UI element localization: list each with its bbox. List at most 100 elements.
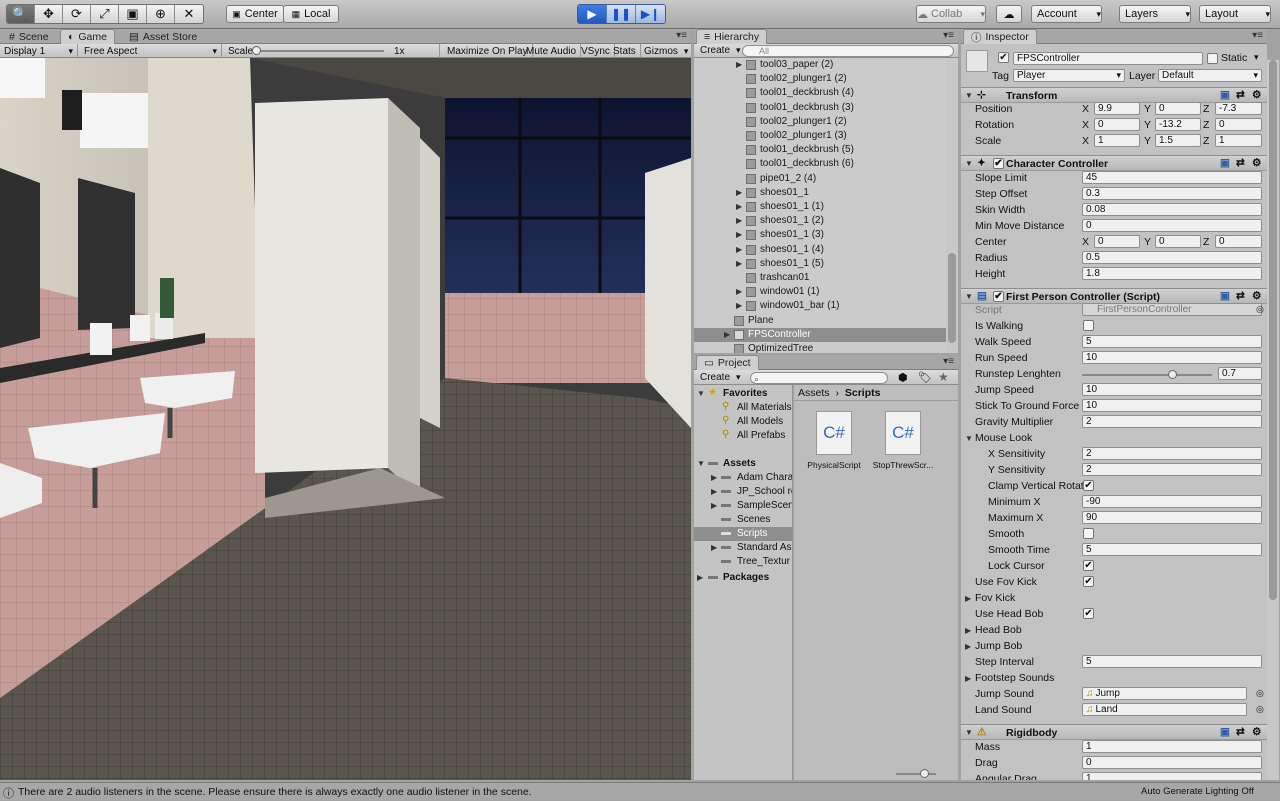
maximize-on-play-toggle[interactable]: Maximize On Play <box>443 44 533 58</box>
stats-toggle[interactable]: Stats <box>609 44 641 58</box>
mute-audio-toggle[interactable]: Mute Audio <box>522 44 582 58</box>
layout-dropdown[interactable]: Layout <box>1199 5 1271 23</box>
hierarchy-item[interactable]: tool02_plunger1 (3) <box>694 129 946 143</box>
smooth-time-field[interactable]: 5 <box>1082 543 1262 556</box>
height-field[interactable]: 1.8 <box>1082 267 1262 280</box>
hierarchy-item[interactable]: ▶ tool03_paper (2) <box>694 58 946 72</box>
rigidbody-angular-field[interactable]: 1 <box>1082 772 1262 780</box>
radius-field[interactable]: 0.5 <box>1082 251 1262 264</box>
hierarchy-scrollbar[interactable] <box>946 58 958 353</box>
project-create-dropdown[interactable]: Create <box>696 371 745 384</box>
help-icon[interactable]: ▣ <box>1220 726 1230 738</box>
walk-speed-field[interactable]: 5 <box>1082 335 1262 348</box>
land-sound-field[interactable]: ♫ Land <box>1082 703 1247 716</box>
tab-hierarchy[interactable]: ≡ Hierarchy <box>696 29 768 44</box>
scale-tool-icon[interactable]: ⤢ <box>91 5 119 23</box>
tag-dropdown[interactable]: Player <box>1013 69 1125 82</box>
center-z-field[interactable]: 0 <box>1215 235 1262 248</box>
stick-field[interactable]: 10 <box>1082 399 1262 412</box>
folder-item[interactable]: ▬ Scenes <box>694 513 792 527</box>
pause-button[interactable]: ❚❚ <box>607 5 636 23</box>
settings-gear-icon[interactable]: ⚙ <box>1252 726 1261 738</box>
transform-tool-icon[interactable]: ⊕ <box>147 5 175 23</box>
hierarchy-item[interactable]: ▶ FPSController <box>694 327 946 342</box>
hierarchy-item[interactable]: ▶ shoes01_1 (1) <box>694 200 946 214</box>
folder-item[interactable]: ▶ ▬ Adam Chara <box>694 471 792 485</box>
tab-scene[interactable]: # Scene <box>2 29 56 44</box>
runstep-slider-thumb[interactable] <box>1168 370 1177 379</box>
jump-sound-field[interactable]: ♫ Jump <box>1082 687 1247 700</box>
folder-item-selected[interactable]: ▬ Scripts <box>694 527 792 541</box>
transform-row-x-field[interactable]: 9.9 <box>1094 102 1140 115</box>
hierarchy-create-dropdown[interactable]: Create <box>696 44 745 57</box>
min-x-field[interactable]: -90 <box>1082 495 1262 508</box>
layer-dropdown[interactable]: Default <box>1158 69 1262 82</box>
icon-size-thumb[interactable] <box>920 769 929 778</box>
static-checkbox[interactable] <box>1207 53 1218 64</box>
head-bob-expand-icon[interactable]: ▶ <box>965 626 971 635</box>
transform-row-y-field[interactable]: 1.5 <box>1155 134 1201 147</box>
hierarchy-item[interactable]: trashcan01 <box>694 271 946 285</box>
gravity-field[interactable]: 2 <box>1082 415 1262 428</box>
character-controller-enabled-checkbox[interactable]: ✔ <box>993 158 1004 169</box>
footstep-expand-icon[interactable]: ▶ <box>965 674 971 683</box>
hierarchy-item[interactable]: pipe01_2 (4) <box>694 172 946 186</box>
cc-row-field[interactable]: 0.08 <box>1082 203 1262 216</box>
hierarchy-item[interactable]: ▶ window01 (1) <box>694 285 946 299</box>
folder-item[interactable]: ▶ ▬ SampleScen <box>694 499 792 513</box>
step-interval-field[interactable]: 5 <box>1082 655 1262 668</box>
use-fov-kick-checkbox[interactable]: ✔ <box>1083 576 1094 587</box>
panel-menu-icon[interactable]: ▾≡ <box>676 30 687 41</box>
object-picker-icon[interactable]: ◎ <box>1256 304 1264 315</box>
hierarchy-item[interactable]: tool01_deckbrush (5) <box>694 143 946 157</box>
tab-project[interactable]: ▭ Project <box>696 355 759 370</box>
play-button[interactable]: ▶ <box>578 5 607 23</box>
object-picker-icon[interactable]: ◎ <box>1256 688 1264 699</box>
static-dropdown-icon[interactable]: ▾ <box>1254 52 1259 63</box>
expand-arrow-icon[interactable]: ▶ <box>736 230 742 239</box>
expand-arrow-icon[interactable]: ▶ <box>736 259 742 268</box>
hierarchy-item[interactable]: ▶ shoes01_1 (3) <box>694 228 946 242</box>
hierarchy-item[interactable]: tool01_deckbrush (3) <box>694 101 946 115</box>
tab-asset-store[interactable]: ▤ Asset Store <box>122 29 204 44</box>
clamp-checkbox[interactable]: ✔ <box>1083 480 1094 491</box>
script-file[interactable]: C# StopThrewScr... <box>868 411 938 481</box>
hierarchy-item[interactable]: tool01_deckbrush (6) <box>694 157 946 171</box>
hierarchy-item[interactable]: Plane <box>694 314 946 328</box>
preset-icon[interactable]: ⇄ <box>1236 157 1245 169</box>
filter-label-icon[interactable]: 🏷 <box>918 371 932 384</box>
icon-size-slider[interactable] <box>896 769 936 778</box>
expand-arrow-icon[interactable]: ▶ <box>736 202 742 211</box>
cc-row-field[interactable]: 45 <box>1082 171 1262 184</box>
transform-row-x-field[interactable]: 1 <box>1094 134 1140 147</box>
expand-arrow-icon[interactable]: ▶ <box>736 60 742 69</box>
preset-icon[interactable]: ⇄ <box>1236 726 1245 738</box>
favorite-item[interactable]: ⚲ All Prefabs <box>694 429 792 443</box>
x-sens-field[interactable]: 2 <box>1082 447 1262 460</box>
expand-arrow-icon[interactable]: ▶ <box>736 245 742 254</box>
pivot-local-button[interactable]: ▦ Local <box>283 5 339 23</box>
favorites-header[interactable]: ▼ ★ Favorites <box>694 387 792 401</box>
use-head-bob-checkbox[interactable]: ✔ <box>1083 608 1094 619</box>
hierarchy-item[interactable]: ▶ window01_bar (1) <box>694 299 946 313</box>
favorite-item[interactable]: ⚲ All Models <box>694 415 792 429</box>
folder-item[interactable]: ▶ ▬ Standard As <box>694 541 792 555</box>
rigidbody-drag-field[interactable]: 0 <box>1082 756 1262 769</box>
folder-item[interactable]: ▬ Tree_Textur <box>694 555 792 569</box>
hierarchy-item[interactable]: ▶ shoes01_1 <box>694 186 946 200</box>
transform-row-z-field[interactable]: 1 <box>1215 134 1262 147</box>
runstep-field[interactable]: 0.7 <box>1218 367 1262 380</box>
jump-speed-field[interactable]: 10 <box>1082 383 1262 396</box>
preset-icon[interactable]: ⇄ <box>1236 89 1245 101</box>
breadcrumb-scripts[interactable]: Scripts <box>845 387 881 399</box>
cc-row-field[interactable]: 0 <box>1082 219 1262 232</box>
hierarchy-menu-icon[interactable]: ▾≡ <box>943 30 954 41</box>
fov-kick-expand-icon[interactable]: ▶ <box>965 594 971 603</box>
settings-gear-icon[interactable]: ⚙ <box>1252 290 1261 302</box>
hierarchy-search-input[interactable]: All <box>742 45 954 57</box>
aspect-dropdown[interactable]: Free Aspect <box>80 44 222 58</box>
account-dropdown[interactable]: Account <box>1031 5 1102 23</box>
smooth-checkbox[interactable] <box>1083 528 1094 539</box>
fps-controller-header[interactable]: ▼ ▤ ✔ First Person Controller (Script) ▣ ⇄… <box>961 288 1267 304</box>
inspector-scroll-thumb[interactable] <box>1269 60 1277 600</box>
